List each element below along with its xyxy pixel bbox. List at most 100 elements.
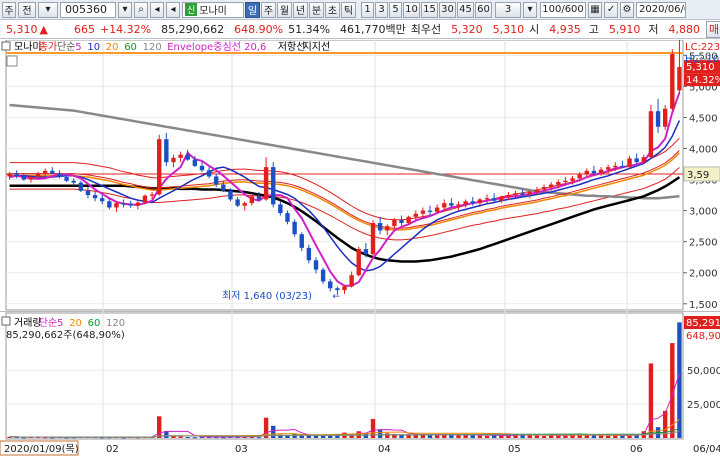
volume-bar — [356, 431, 361, 438]
volume-tick-label: 50,000 — [687, 366, 720, 377]
candle-body — [577, 174, 582, 179]
hc-label: HC:-10, — [685, 54, 720, 65]
candle-body — [413, 213, 418, 217]
candle-body — [484, 198, 490, 200]
low-arrow-icon: ← — [332, 292, 340, 302]
candle-body — [456, 204, 461, 206]
interval-select[interactable]: 3 — [495, 1, 521, 18]
interval-dropdown-icon[interactable]: ▾ — [523, 1, 537, 18]
volume-legend-ma-60: 60 — [88, 318, 101, 329]
candle-body — [634, 158, 639, 163]
prefix-dropdown-button[interactable]: ▾ — [38, 1, 58, 18]
stock-name-field[interactable]: 신 모나미 — [182, 1, 244, 18]
period-button-0[interactable]: 일 — [245, 1, 260, 18]
turnover-percent: 51.34% — [288, 22, 331, 36]
candle-body — [164, 139, 169, 163]
search-icon[interactable]: ⌕ — [134, 1, 148, 18]
interval-button-5[interactable]: 5 — [389, 1, 402, 18]
candle-body — [157, 139, 162, 195]
period-button-6[interactable]: 틱 — [341, 1, 356, 18]
volume-bar — [178, 436, 183, 438]
legend-ma-20: 20 — [106, 42, 119, 53]
quote-bar: 5,310 ▲ 665 +14.32% 85,290,662 648.90% 5… — [0, 20, 720, 39]
interval-button-15[interactable]: 15 — [421, 1, 438, 18]
prefix-button[interactable]: 전 — [18, 1, 36, 18]
period-button-1[interactable]: 주 — [261, 1, 276, 18]
interval-button-10[interactable]: 10 — [403, 1, 420, 18]
candle-body — [613, 165, 618, 168]
low-label: 저 — [648, 23, 659, 36]
stock-name: 모나미 — [199, 6, 227, 17]
interval-button-60[interactable]: 60 — [475, 1, 492, 18]
volume-bar — [434, 435, 440, 438]
count-display: 100/600 — [540, 1, 586, 18]
open-price: 4,935 — [549, 22, 581, 36]
grid-icon[interactable]: ▦ — [588, 1, 602, 18]
tools-icon[interactable]: ⚙ — [620, 1, 634, 18]
x-axis-label: 03 — [235, 444, 248, 455]
candle-body — [171, 157, 176, 163]
menu-button[interactable]: 주 — [2, 1, 16, 18]
legend-envelope: Envelope중심선 20,6 — [167, 41, 266, 53]
candle-body — [363, 249, 369, 255]
legend-resistance: 저항선 — [278, 41, 306, 53]
candle-body — [356, 249, 361, 276]
candle-body — [221, 184, 226, 191]
price-tick-label: 4,000 — [689, 144, 718, 155]
candle-body — [598, 169, 604, 174]
candle-body — [513, 193, 518, 196]
price-tick-label: 4,500 — [689, 113, 718, 124]
prev-icon[interactable]: ◂ — [166, 1, 180, 18]
candle-body — [71, 180, 76, 183]
volume-bar — [477, 435, 483, 438]
stock-chart[interactable]: 5,5005,0004,5004,0003,5003,0002,5002,000… — [0, 40, 720, 458]
candle-body — [449, 203, 454, 206]
volume-bar — [320, 435, 326, 438]
volume-legend-ma-label: 단순 — [39, 317, 57, 329]
candle-body — [470, 201, 475, 204]
candle-body — [527, 191, 532, 195]
period-button-2[interactable]: 월 — [277, 1, 292, 18]
candle-body — [605, 167, 611, 170]
candle-body — [85, 190, 91, 196]
volume-tick-label: 25,000 — [687, 400, 720, 411]
interval-button-1[interactable]: 1 — [361, 1, 374, 18]
candle-body — [21, 175, 27, 180]
price-tick-label: 2,500 — [689, 238, 718, 249]
volume-bar — [363, 433, 369, 438]
candle-body — [249, 196, 255, 204]
candle-body — [92, 195, 98, 199]
candle-body — [313, 260, 319, 270]
legend-ma-120: 120 — [143, 42, 162, 53]
interval-button-30[interactable]: 30 — [439, 1, 456, 18]
buy-button[interactable]: 매수 — [706, 20, 720, 38]
date-display[interactable]: 2020/06/0 — [636, 1, 686, 18]
legend-ma-10: 10 — [87, 42, 100, 53]
low-price: 4,880 — [668, 22, 701, 36]
period-button-4[interactable]: 분 — [309, 1, 324, 18]
stock-code-input[interactable]: 005360 — [60, 1, 116, 18]
volume-bar — [427, 435, 433, 438]
interval-button-3[interactable]: 3 — [375, 1, 388, 18]
candle-body — [114, 203, 119, 208]
candle-body — [677, 67, 682, 91]
candle-body — [142, 195, 148, 203]
new-badge: 신 — [185, 3, 198, 16]
volume-value-label: 85,291 — [686, 318, 720, 329]
open-label: 시 — [529, 23, 540, 36]
code-dropdown-button[interactable]: ▾ — [118, 1, 132, 18]
candle-body — [648, 111, 654, 158]
volume-bar — [563, 435, 568, 438]
volume-bar — [541, 435, 547, 438]
interval-button-45[interactable]: 45 — [457, 1, 474, 18]
candle-body — [442, 203, 447, 208]
speaker-icon[interactable]: ◂ — [150, 1, 164, 18]
check-icon[interactable]: ✓ — [604, 1, 618, 18]
volume-bar — [506, 435, 511, 438]
period-button-3[interactable]: 년 — [293, 1, 308, 18]
volume-bar — [271, 425, 276, 438]
candle-body — [491, 198, 497, 201]
candle-body — [520, 193, 525, 195]
period-button-5[interactable]: 초 — [325, 1, 340, 18]
hline-label: 3,59 — [687, 170, 709, 181]
